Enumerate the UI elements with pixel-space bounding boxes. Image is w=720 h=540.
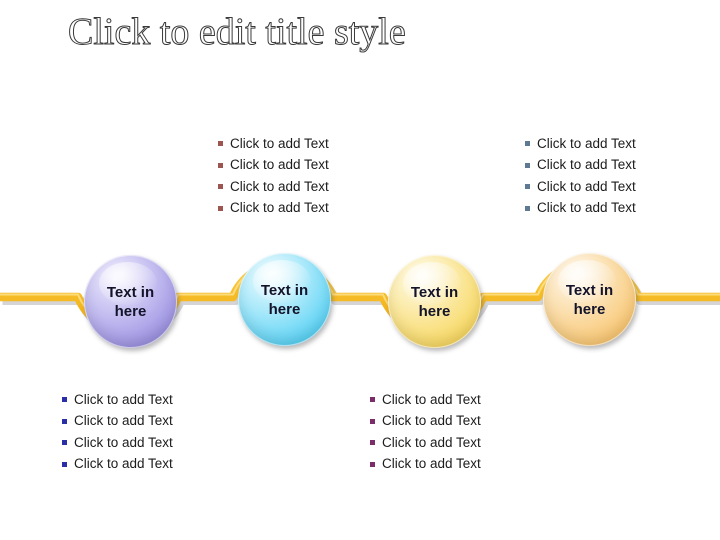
list-item[interactable]: Click to add Text [218,133,329,155]
list-item[interactable]: Click to add Text [218,176,329,198]
square-bullet-icon [218,141,223,147]
text-placeholder-bottom-left[interactable]: Click to add Text Click to add Text Click … [62,389,173,475]
square-bullet-icon [218,162,223,168]
list-item-label: Click to add Text [537,200,636,216]
node-sphere-fill-2 [238,253,331,346]
list-item[interactable]: Click to add Text [62,432,173,454]
page-title[interactable]: Click to edit title style [68,8,648,60]
list-item[interactable]: Click to add Text [370,432,481,454]
square-bullet-icon [62,397,67,403]
list-item-label: Click to add Text [230,157,329,173]
square-bullet-icon [62,461,67,467]
square-bullet-icon [370,461,375,467]
list-item-label: Click to add Text [230,178,329,194]
list-item[interactable]: Click to add Text [525,155,636,177]
square-bullet-icon [218,205,223,211]
list-item-label: Click to add Text [74,413,173,429]
list-item[interactable]: Click to add Text [370,411,481,433]
square-bullet-icon [370,397,375,403]
node-sphere-fill-4 [543,253,636,346]
list-item-label: Click to add Text [382,391,481,407]
node-sphere-fill-1 [84,255,177,348]
list-item-label: Click to add Text [230,135,329,151]
list-item-label: Click to add Text [537,178,636,194]
list-item-label: Click to add Text [382,413,481,429]
list-item[interactable]: Click to add Text [62,389,173,411]
square-bullet-icon [525,162,530,168]
square-bullet-icon [62,440,67,446]
list-item[interactable]: Click to add Text [370,454,481,476]
list-item-label: Click to add Text [537,135,636,151]
text-placeholder-top-middle[interactable]: Click to add Text Click to add Text Click … [218,133,329,219]
list-item-label: Click to add Text [382,434,481,450]
square-bullet-icon [525,184,530,190]
list-item-label: Click to add Text [230,200,329,216]
list-item[interactable]: Click to add Text [525,176,636,198]
square-bullet-icon [525,141,530,147]
text-placeholder-top-right[interactable]: Click to add Text Click to add Text Click … [525,133,636,219]
list-item[interactable]: Click to add Text [62,454,173,476]
list-item-label: Click to add Text [382,456,481,472]
list-item[interactable]: Click to add Text [62,411,173,433]
list-item-label: Click to add Text [74,391,173,407]
square-bullet-icon [218,184,223,190]
square-bullet-icon [62,418,67,424]
list-item[interactable]: Click to add Text [218,198,329,220]
list-item[interactable]: Click to add Text [218,155,329,177]
text-placeholder-bottom-middle[interactable]: Click to add Text Click to add Text Click … [370,389,481,475]
node-sphere-fill-3 [388,255,481,348]
list-item-label: Click to add Text [74,456,173,472]
list-item[interactable]: Click to add Text [525,133,636,155]
list-item[interactable]: Click to add Text [525,198,636,220]
node-circle-2[interactable]: Text in here [238,253,331,346]
list-item-label: Click to add Text [74,434,173,450]
node-circle-3[interactable]: Text in here [388,255,481,348]
node-circle-4[interactable]: Text in here [543,253,636,346]
list-item[interactable]: Click to add Text [370,389,481,411]
square-bullet-icon [370,418,375,424]
square-bullet-icon [370,440,375,446]
square-bullet-icon [525,205,530,211]
node-circle-1[interactable]: Text in here [84,255,177,348]
slide-canvas: Click to edit title style Text in here T… [0,0,720,540]
list-item-label: Click to add Text [537,157,636,173]
